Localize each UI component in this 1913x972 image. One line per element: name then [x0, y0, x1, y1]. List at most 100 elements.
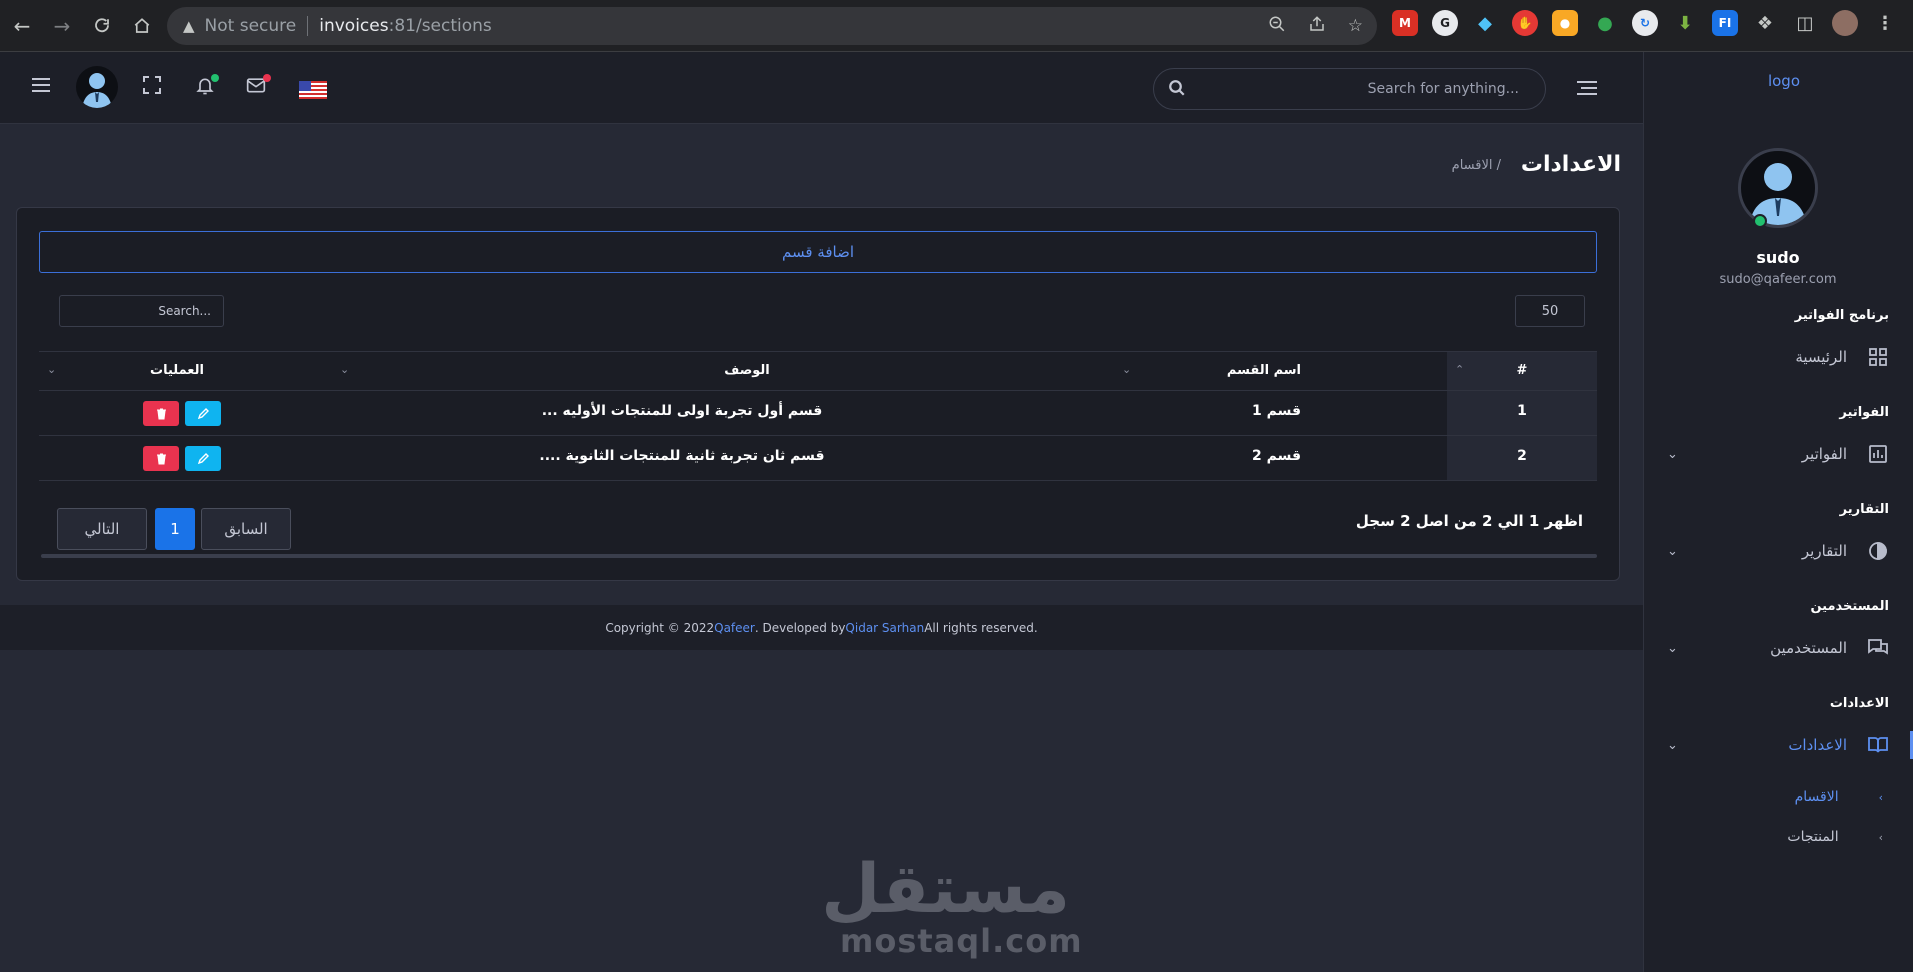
orange-extension-icon[interactable]: ● [1552, 10, 1578, 36]
watermark-arabic: مستقل [821, 850, 1070, 929]
sidebar-item-settings[interactable]: الاعدادات ⌄ [1667, 731, 1889, 759]
trash-icon [156, 453, 166, 464]
column-header-description[interactable]: الوصف [677, 363, 817, 378]
chevron-left-icon: › [1878, 790, 1883, 804]
breadcrumb[interactable]: / الاقسام [1452, 158, 1501, 173]
globe-extension-icon[interactable]: ● [1592, 10, 1618, 36]
cell-num: 2 [1517, 448, 1527, 464]
book-open-icon [1867, 734, 1889, 756]
address-bar[interactable]: ▲ Not secure invoices:81/sections ☆ [167, 7, 1377, 45]
logo[interactable]: logo [1768, 72, 1800, 90]
header-avatar[interactable] [76, 66, 118, 108]
mega-extension-icon[interactable]: M [1392, 10, 1418, 36]
global-search[interactable] [1153, 68, 1546, 110]
sidebar-item-label: التقارير [1801, 542, 1847, 560]
cell-description: قسم ثان تجربة ثانية للمنتجات الثانوية ..… [539, 448, 825, 464]
online-status-dot [1753, 214, 1767, 228]
footer-developer-link[interactable]: Qidar Sarhan [845, 621, 924, 635]
sort-down-icon[interactable]: ⌄ [340, 363, 349, 376]
dashboard-grid-icon [1867, 346, 1889, 368]
pencil-icon [197, 408, 209, 419]
extension-circle-icon[interactable]: G [1432, 10, 1458, 36]
pie-chart-icon [1867, 540, 1889, 562]
us-flag-icon[interactable] [299, 81, 327, 99]
row-divider [39, 435, 1597, 436]
forward-arrow-icon[interactable]: → [42, 6, 82, 46]
user-name: sudo [1756, 248, 1800, 267]
section-title-settings: الاعدادات [1829, 696, 1889, 711]
sidebar-item-invoices[interactable]: الفواتير ⌄ [1667, 440, 1889, 468]
sidebar-item-label: المستخدمين [1770, 639, 1847, 657]
bookmark-star-icon[interactable]: ☆ [1348, 16, 1363, 36]
home-icon[interactable] [122, 6, 162, 46]
fi-extension-icon[interactable]: FI [1712, 10, 1738, 36]
watermark: مستقل mostaql.com [821, 850, 1083, 960]
prev-page-button[interactable]: السابق [201, 508, 291, 550]
page-size-select[interactable]: 50 [1515, 295, 1585, 327]
chevron-down-icon: ⌄ [1667, 737, 1678, 753]
footer-brand-link[interactable]: Qafeer [714, 621, 755, 635]
cell-description: قسم أول تجربة اولى للمنتجات الأوليه ... [541, 403, 823, 419]
delete-button[interactable] [143, 446, 179, 471]
hand-extension-icon[interactable]: ✋ [1512, 10, 1538, 36]
section-title-invoices: الفواتير [1839, 405, 1889, 420]
sort-down-icon[interactable]: ⌄ [1122, 363, 1131, 376]
notification-dot [211, 74, 219, 82]
sidebar-item-label: الفواتير [1801, 445, 1847, 463]
side-panel-icon[interactable]: ◫ [1792, 10, 1818, 36]
download-extension-icon[interactable]: ⬇ [1672, 10, 1698, 36]
section-title-users: المستخدمين [1810, 599, 1889, 614]
delete-button[interactable] [143, 401, 179, 426]
url-host: invoices [319, 16, 389, 36]
url-path: :81/sections [388, 16, 492, 36]
profile-avatar-icon[interactable] [1832, 10, 1858, 36]
share-icon[interactable] [1308, 15, 1326, 38]
sidebar-toggle-icon[interactable] [1576, 80, 1598, 100]
section-title-app: برنامج الفواتير [1794, 308, 1889, 323]
horizontal-scrollbar[interactable] [41, 554, 1597, 558]
sort-down-icon[interactable]: ⌄ [47, 363, 56, 376]
user-email: sudo@qafeer.com [1719, 272, 1837, 287]
chevron-down-icon: ⌄ [1667, 640, 1678, 656]
table-top-border [39, 351, 1597, 352]
sort-up-icon[interactable]: ⌃ [1455, 363, 1464, 376]
footer-copyright: Copyright © 2022 [605, 620, 715, 635]
chevron-down-icon: ⌄ [1667, 543, 1678, 559]
chat-bubbles-icon [1867, 637, 1889, 659]
reload-icon[interactable] [82, 6, 122, 46]
gem-extension-icon[interactable]: ◆ [1472, 10, 1498, 36]
next-page-button[interactable]: التالي [57, 508, 147, 550]
kebab-menu-icon[interactable]: ⋮ [1872, 10, 1898, 36]
column-header-num[interactable]: # [1502, 363, 1542, 378]
sidebar-item-home[interactable]: الرئيسية [1667, 343, 1889, 371]
column-header-name[interactable]: اسم القسم [1227, 363, 1301, 378]
cell-section-name: قسم 1 [1251, 403, 1301, 419]
section-title-reports: التقارير [1839, 502, 1889, 517]
sidebar-item-users[interactable]: المستخدمين ⌄ [1667, 634, 1889, 662]
fullscreen-icon[interactable] [143, 76, 161, 97]
chart-box-icon [1867, 443, 1889, 465]
edit-button[interactable] [185, 401, 221, 426]
hamburger-menu-icon[interactable] [31, 76, 51, 96]
circle-extension-icon[interactable]: ↻ [1632, 10, 1658, 36]
global-search-input[interactable] [1154, 69, 1545, 109]
back-arrow-icon[interactable]: ← [2, 6, 42, 46]
sidebar-avatar[interactable] [1738, 148, 1818, 228]
sidebar-subitem-label: الاقسام [1794, 789, 1839, 805]
table-search-input[interactable] [59, 295, 224, 327]
puzzle-extensions-icon[interactable]: ❖ [1752, 10, 1778, 36]
watermark-latin: mostaql.com [840, 922, 1083, 960]
column-header-operations[interactable]: العمليات [127, 363, 227, 378]
page-1-button[interactable]: 1 [155, 508, 195, 550]
sidebar-item-label: الاعدادات [1788, 736, 1847, 754]
sidebar-item-reports[interactable]: التقارير ⌄ [1667, 537, 1889, 565]
sidebar-subitem-products[interactable]: › المنتجات [1787, 829, 1883, 845]
page-title: الاعدادات [1520, 152, 1621, 177]
add-section-button[interactable]: اضافة قسم [39, 231, 1597, 273]
zoom-icon[interactable] [1268, 15, 1286, 38]
sidebar-subitem-sections[interactable]: › الاقسام [1795, 789, 1883, 805]
footer: Copyright © 2022 Qafeer. Developed by Qi… [0, 605, 1643, 650]
edit-button[interactable] [185, 446, 221, 471]
chevron-left-icon: › [1878, 830, 1883, 844]
records-info: اظهر 1 الي 2 من اصل 2 سجل [1355, 512, 1583, 530]
